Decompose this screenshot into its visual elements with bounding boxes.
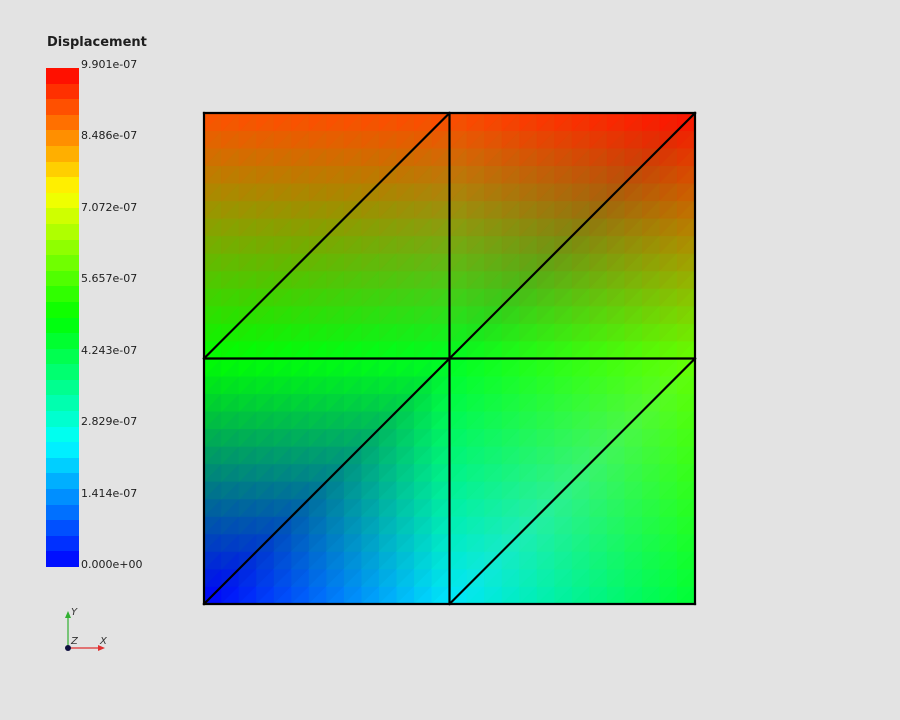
render-viewport[interactable]: Displacement 9.901e-07 8.486e-07 7.072e-… bbox=[0, 0, 900, 720]
mesh-plot[interactable] bbox=[0, 0, 900, 720]
